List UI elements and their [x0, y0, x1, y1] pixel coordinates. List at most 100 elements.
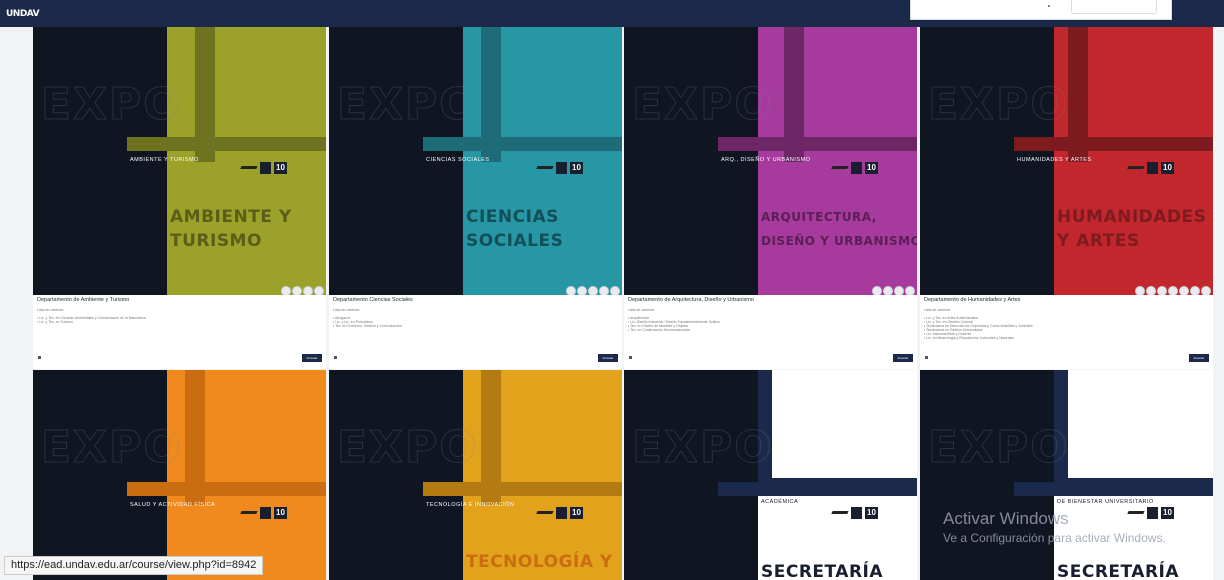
- course-card[interactable]: EXPO CIENCIAS SOCIALES 10 CIENCIAS SOCIALES…: [329, 27, 622, 369]
- partner-logo-2: [851, 507, 862, 519]
- cover-band: [718, 482, 917, 496]
- cover-small-label: HUMANIDADES Y ARTES: [1017, 157, 1092, 163]
- partner-logo-2: [556, 162, 567, 174]
- anniversary-logo: 10: [570, 507, 583, 519]
- cover-big-title: AMBIENTE Y TURISMO: [170, 207, 292, 251]
- anniversary-logo: 10: [865, 162, 878, 174]
- favorite-star-icon[interactable]: [38, 356, 41, 359]
- partner-logos: 10: [534, 162, 591, 176]
- anniversary-logo: 10: [1161, 162, 1174, 174]
- acceder-button[interactable]: Acceder: [302, 354, 322, 362]
- windows-activation-watermark: Activar Windows Ve a Configuración para …: [943, 509, 1166, 545]
- course-cover-image[interactable]: EXPO ARQ., DISEÑO Y URBANISMO 10 ARQUITECTU…: [624, 27, 917, 295]
- cover-expo-watermark: EXPO: [337, 79, 479, 131]
- cover-band: [127, 137, 326, 151]
- carousel-dot[interactable]: [588, 286, 598, 295]
- cover-expo-watermark: EXPO: [337, 422, 479, 474]
- carousel-dot[interactable]: [894, 286, 904, 295]
- popup-button[interactable]: [1071, 0, 1157, 14]
- carousel-dot[interactable]: [566, 286, 576, 295]
- carousel-dot[interactable]: [610, 286, 620, 295]
- cover-band: [718, 137, 917, 151]
- carousel-dot[interactable]: [314, 286, 324, 295]
- carousel-dot[interactable]: [1179, 286, 1189, 295]
- cover-small-label: AMBIENTE Y TURISMO: [130, 157, 199, 163]
- carousel-dot[interactable]: [1201, 286, 1211, 295]
- favorite-star-icon[interactable]: [629, 356, 632, 359]
- carousel-dot[interactable]: [1146, 286, 1156, 295]
- cover-small-label: ACADÉMICA: [761, 499, 799, 505]
- course-title[interactable]: Departamento de Arquitectura, Diseño y U…: [628, 297, 913, 303]
- course-card[interactable]: EXPO TECNOLOGÍA E INNOVACIÓN 10 TECNOLOGÍA …: [329, 370, 622, 580]
- partner-logo-2: [1147, 162, 1158, 174]
- course-cover-image[interactable]: EXPO ACADÉMICA 10 SECRETARÍA: [624, 370, 917, 580]
- partner-logo-2: [260, 162, 271, 174]
- course-card[interactable]: EXPO HUMANIDADES Y ARTES 10 HUMANIDADES Y A…: [920, 27, 1213, 369]
- course-title[interactable]: Departamento Ciencias Sociales: [333, 297, 618, 303]
- partner-logo-1: [238, 166, 258, 173]
- cover-big-title: SECRETARÍA: [761, 562, 884, 580]
- activation-subtitle: Ve a Configuración para activar Windows.: [943, 531, 1166, 545]
- cover-band: [127, 482, 326, 496]
- course-card[interactable]: EXPO DE BIENESTAR UNIVERSITARIO 10 SECRETAR…: [920, 370, 1213, 580]
- course-cover-image[interactable]: EXPO AMBIENTE Y TURISMO 10 AMBIENTE Y TURIS…: [33, 27, 326, 295]
- dropdown-popup: [910, 0, 1172, 20]
- course-card[interactable]: EXPO SALUD Y ACTIVIDAD FÍSICA 10: [33, 370, 326, 580]
- course-card[interactable]: EXPO AMBIENTE Y TURISMO 10 AMBIENTE Y TURIS…: [33, 27, 326, 369]
- carousel-dot[interactable]: [1135, 286, 1145, 295]
- carousel-dot[interactable]: [1168, 286, 1178, 295]
- carousel-dot[interactable]: [577, 286, 587, 295]
- cover-band: [1014, 137, 1213, 151]
- course-card[interactable]: EXPO ARQ., DISEÑO Y URBANISMO 10 ARQUITECTU…: [624, 27, 917, 369]
- course-card-footer: Acceder: [33, 352, 326, 366]
- course-cover-image[interactable]: EXPO HUMANIDADES Y ARTES 10 HUMANIDADES Y A…: [920, 27, 1213, 295]
- image-carousel-dots[interactable]: [280, 283, 324, 295]
- carousel-dot[interactable]: [872, 286, 882, 295]
- course-cover-image[interactable]: EXPO DE BIENESTAR UNIVERSITARIO 10 SECRETAR…: [920, 370, 1213, 580]
- cover-big-title: TECNOLOGÍA Y: [466, 552, 613, 572]
- acceder-button[interactable]: Acceder: [893, 354, 913, 362]
- carousel-dot[interactable]: [1157, 286, 1167, 295]
- cover-expo-watermark: EXPO: [928, 79, 1070, 131]
- partner-logo-2: [260, 507, 271, 519]
- course-card[interactable]: EXPO ACADÉMICA 10 SECRETARÍA: [624, 370, 917, 580]
- acceder-button[interactable]: Acceder: [598, 354, 618, 362]
- course-summary: Departamento de Humanidades y Artes Lista…: [924, 297, 1209, 340]
- course-cover-image[interactable]: EXPO SALUD Y ACTIVIDAD FÍSICA 10: [33, 370, 326, 580]
- undav-logo[interactable]: UNDAV: [6, 10, 40, 24]
- anniversary-logo: 10: [570, 162, 583, 174]
- cover-small-label: SALUD Y ACTIVIDAD FÍSICA: [130, 502, 216, 508]
- course-cover-image[interactable]: EXPO TECNOLOGÍA E INNOVACIÓN 10 TECNOLOGÍA …: [329, 370, 622, 580]
- cover-band: [423, 482, 622, 496]
- carousel-dot[interactable]: [281, 286, 291, 295]
- partner-logos: 10: [534, 507, 591, 521]
- course-meta: Lista de carreras:: [37, 308, 65, 312]
- cover-small-label: DE BIENESTAR UNIVERSITARIO: [1057, 499, 1154, 505]
- favorite-star-icon[interactable]: [334, 356, 337, 359]
- carousel-dot[interactable]: [905, 286, 915, 295]
- cover-big-title: SECRETARÍA: [1057, 562, 1180, 580]
- favorite-star-icon[interactable]: [925, 356, 928, 359]
- course-meta: Lista de carreras:: [924, 308, 952, 312]
- logo-text: UNDAV: [6, 9, 40, 19]
- carousel-dot[interactable]: [303, 286, 313, 295]
- carousel-dot[interactable]: [1190, 286, 1200, 295]
- cover-small-label: ARQ., DISEÑO Y URBANISMO: [721, 157, 811, 163]
- partner-logo-1: [534, 511, 554, 518]
- image-carousel-dots[interactable]: [871, 283, 915, 295]
- course-title[interactable]: Departamento de Humanidades y Artes: [924, 297, 1209, 303]
- course-cover-image[interactable]: EXPO CIENCIAS SOCIALES 10 CIENCIAS SOCIALES: [329, 27, 622, 295]
- image-carousel-dots[interactable]: [1134, 283, 1211, 295]
- image-carousel-dots[interactable]: [565, 283, 620, 295]
- course-title[interactable]: Departamento de Ambiente y Turismo: [37, 297, 322, 303]
- acceder-button[interactable]: Acceder: [1189, 354, 1209, 362]
- partner-logo-2: [556, 507, 567, 519]
- course-career-item: • Lic. en Museología y Repositorios Cult…: [924, 336, 1015, 340]
- carousel-dot[interactable]: [883, 286, 893, 295]
- cover-small-label: CIENCIAS SOCIALES: [426, 157, 490, 163]
- course-meta: Lista de carreras:: [333, 308, 361, 312]
- anniversary-logo: 10: [274, 507, 287, 519]
- carousel-dot[interactable]: [292, 286, 302, 295]
- cover-big-title: ARQUITECTURA, DISEÑO Y URBANISMO: [761, 210, 917, 248]
- carousel-dot[interactable]: [599, 286, 609, 295]
